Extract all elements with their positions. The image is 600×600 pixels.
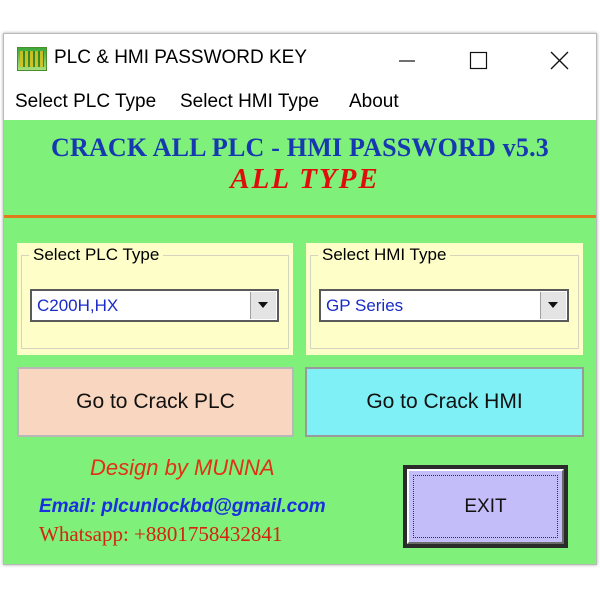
- window-title: PLC & HMI PASSWORD KEY: [54, 47, 308, 68]
- crack-hmi-button[interactable]: Go to Crack HMI: [305, 367, 584, 437]
- plc-type-select[interactable]: C200H,HX: [30, 289, 279, 322]
- menu-bar: Select PLC Type Select HMI Type About: [4, 86, 596, 120]
- plc-type-value: C200H,HX: [37, 296, 119, 315]
- hmi-group-label: Select HMI Type: [318, 245, 451, 265]
- hmi-dropdown-button[interactable]: [540, 292, 566, 319]
- menu-select-plc-type[interactable]: Select PLC Type: [15, 91, 156, 113]
- dropdown-arrow-icon: [548, 302, 558, 308]
- app-window: PLC & HMI PASSWORD KEY Select PLC Type S…: [3, 33, 597, 565]
- contact-whatsapp: Whatsapp: +8801758432841: [39, 522, 283, 546]
- dropdown-arrow-icon: [258, 302, 268, 308]
- plc-group-label: Select PLC Type: [29, 245, 164, 265]
- header-banner: CRACK ALL PLC - HMI PASSWORD v5.3 ALL TY…: [4, 120, 596, 210]
- subheadline: ALL TYPE: [230, 163, 380, 195]
- plc-app-icon: [17, 47, 47, 71]
- close-button[interactable]: [520, 34, 590, 86]
- close-icon: [550, 51, 569, 70]
- plc-dropdown-button[interactable]: [250, 292, 276, 319]
- hmi-type-group: Select HMI Type GP Series: [306, 243, 583, 355]
- plc-type-group: Select PLC Type C200H,HX: [17, 243, 293, 355]
- maximize-button[interactable]: [442, 34, 512, 86]
- minimize-icon: [399, 60, 415, 62]
- contact-email: Email: plcunlockbd@gmail.com: [39, 496, 326, 517]
- crack-plc-button[interactable]: Go to Crack PLC: [17, 367, 294, 437]
- hmi-type-select[interactable]: GP Series: [319, 289, 569, 322]
- minimize-button[interactable]: [372, 34, 442, 86]
- headline: CRACK ALL PLC - HMI PASSWORD v5.3: [51, 133, 549, 162]
- maximize-icon: [469, 51, 488, 70]
- title-bar[interactable]: PLC & HMI PASSWORD KEY: [4, 34, 596, 86]
- divider-line: [4, 215, 596, 218]
- menu-select-hmi-type[interactable]: Select HMI Type: [180, 91, 319, 113]
- exit-button-frame: EXIT: [403, 465, 568, 548]
- hmi-type-value: GP Series: [326, 296, 404, 315]
- menu-about[interactable]: About: [349, 91, 399, 113]
- designer-credit: Design by MUNNA: [90, 455, 275, 480]
- exit-button[interactable]: EXIT: [407, 469, 564, 544]
